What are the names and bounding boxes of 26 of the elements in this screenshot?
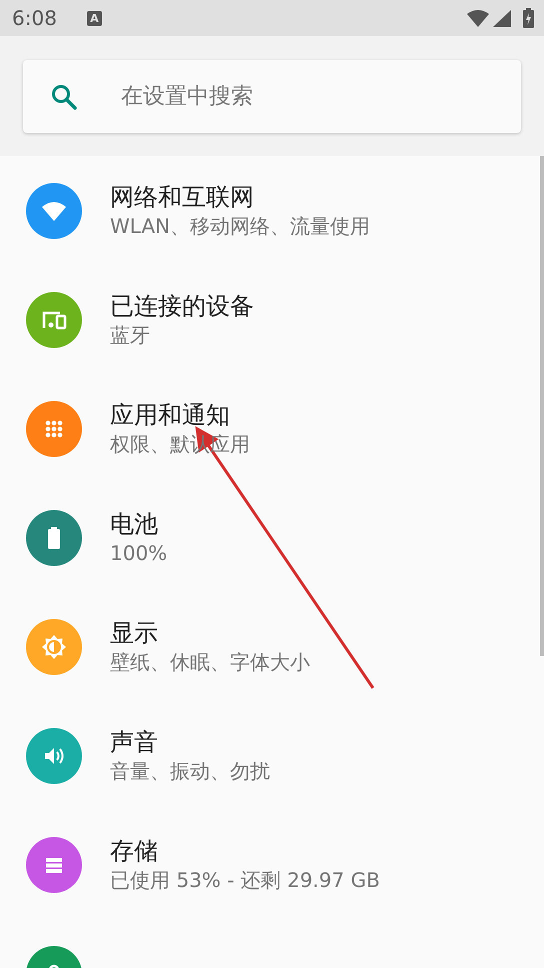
item-summary: 100%: [110, 540, 168, 566]
settings-item[interactable]: 存储 已使用 53% - 还剩 29.97 GB: [0, 810, 544, 919]
search-icon: [51, 84, 77, 110]
item-summary: 壁纸、休眠、字体大小: [110, 649, 310, 676]
wifi-icon: [467, 10, 489, 26]
item-title: 网络和互联网: [110, 182, 255, 213]
item-title: 已连接的设备: [110, 290, 254, 322]
item-title: 显示: [110, 618, 159, 649]
item-title: 存储: [110, 836, 159, 867]
notification-icon: A: [86, 10, 102, 26]
item-title: 声音: [110, 726, 159, 758]
settings-item[interactable]: 显示 壁纸、休眠、字体大小: [0, 592, 544, 701]
battery-icon: [523, 8, 534, 28]
item-title: 应用和通知: [110, 400, 231, 431]
item-title: 电池: [110, 508, 159, 540]
search-field[interactable]: 在设置中搜索: [23, 60, 521, 133]
settings-item[interactable]: 已连接的设备 蓝牙: [0, 265, 544, 374]
item-summary: 已使用 53% - 还剩 29.97 GB: [110, 867, 380, 894]
settings-item[interactable]: 声音 音量、振动、勿扰: [0, 701, 544, 810]
signal-icon: [493, 10, 511, 26]
settings-item[interactable]: 网络和互联网 WLAN、移动网络、流量使用: [0, 156, 544, 265]
item-summary: 音量、振动、勿扰: [110, 758, 270, 784]
settings-item[interactable]: 电池 100%: [0, 483, 544, 592]
status-time: 6:08: [12, 5, 57, 32]
item-summary: 蓝牙: [110, 322, 151, 348]
item-summary: WLAN、移动网络、流量使用: [110, 213, 370, 240]
